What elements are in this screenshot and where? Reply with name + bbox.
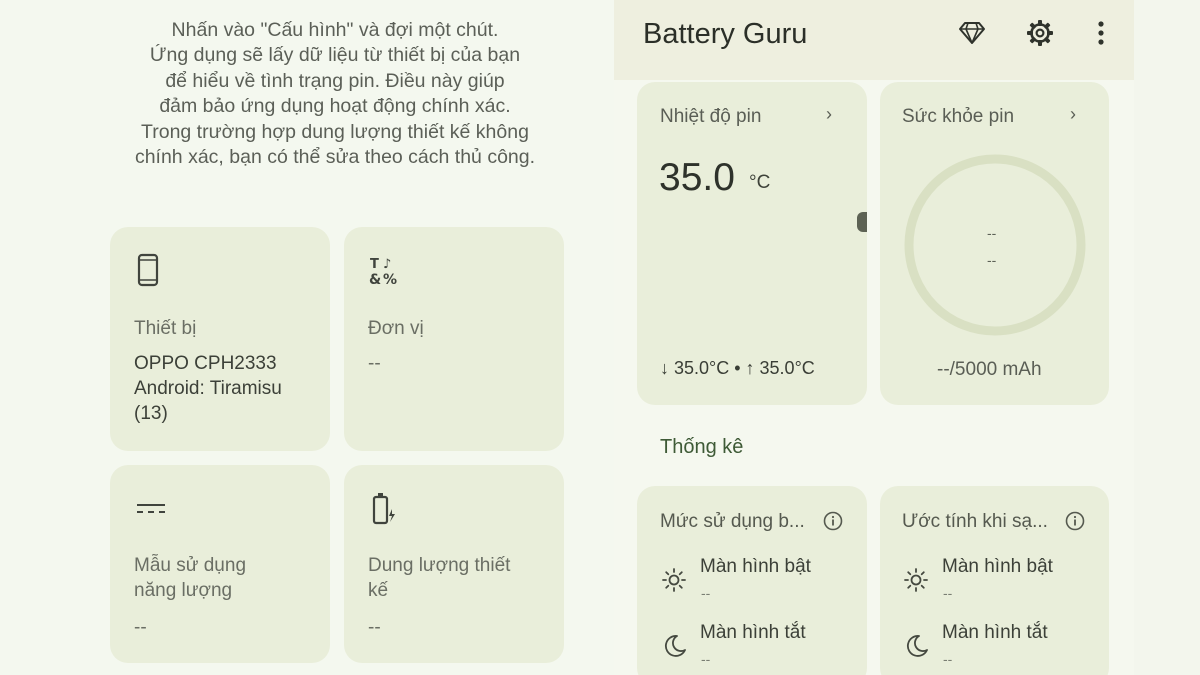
units-value: -- (368, 353, 381, 374)
design-capacity-value: -- (368, 617, 381, 638)
charge-screen-off-value: -- (943, 651, 953, 667)
info-icon[interactable] (1065, 511, 1085, 531)
moon-icon (904, 633, 930, 659)
units-label: Đơn vị (368, 318, 424, 339)
svg-text:T: T (370, 257, 379, 272)
design-capacity-label: Dung lượng thiết kế (368, 555, 511, 601)
units-icon: T ♪ & % (368, 253, 397, 288)
scroll-handle[interactable] (857, 212, 867, 232)
statistics-header: Thống kê (660, 436, 744, 458)
setup-panel: Nhấn vào "Cấu hình" và đợi một chút. Ứng… (0, 0, 614, 675)
instruction-line: Trong trường hợp dung lượng thiết kế khô… (141, 120, 529, 143)
health-status: -- (987, 252, 997, 268)
charge-card-title: Ước tính khi sạ... (902, 511, 1048, 532)
health-percent: -- (987, 225, 997, 241)
instruction-line: Nhấn vào "Cấu hình" và đợi một chút. (171, 19, 499, 41)
charge-screen-on-value: -- (943, 585, 953, 601)
sun-icon (661, 567, 687, 593)
battery-charging-icon (368, 491, 396, 525)
more-vert-icon[interactable] (1086, 18, 1116, 48)
sun-icon (903, 567, 929, 593)
moon-icon (662, 633, 688, 659)
chevron-right-icon: › (826, 104, 832, 124)
power-profile-value: -- (134, 617, 147, 638)
temperature-min-max: ↓ 35.0°C • ↑ 35.0°C (660, 358, 815, 378)
battery-temperature-card[interactable] (637, 82, 867, 405)
usage-card-title: Mức sử dụng b... (660, 511, 805, 532)
instruction-line: đảm bảo ứng dụng hoạt động chính xác. (159, 95, 511, 118)
temperature-unit: °C (749, 172, 771, 193)
usage-screen-off-value: -- (701, 651, 711, 667)
device-value: OPPO CPH2333 Android: Tiramisu (13) (134, 353, 282, 424)
temperature-card-title: Nhiệt độ pin (660, 106, 762, 127)
svg-text:%: % (383, 272, 397, 287)
app-bar: Battery Guru (614, 0, 1134, 80)
instruction-line: chính xác, bạn có thể sửa theo cách thủ … (134, 146, 536, 169)
instruction-line: để hiểu về tình trạng pin. Điều này giúp (165, 69, 505, 92)
device-label: Thiết bị (134, 318, 197, 339)
health-ring (904, 154, 1086, 336)
usage-screen-on-label: Màn hình bật (700, 556, 811, 577)
power-profile-card[interactable]: Mẫu sử dụng năng lượng -- (110, 465, 330, 663)
charge-screen-on-label: Màn hình bật (942, 556, 1053, 577)
info-icon[interactable] (823, 511, 843, 531)
usage-screen-on-value: -- (701, 585, 711, 601)
charge-screen-off-label: Màn hình tắt (942, 622, 1048, 643)
instruction-line: Ứng dụng sẽ lấy dữ liệu từ thiết bị của … (149, 44, 521, 67)
temperature-value: 35.0 (659, 156, 735, 199)
gear-icon[interactable] (1025, 18, 1055, 48)
phone-icon (134, 253, 162, 287)
units-card[interactable]: T ♪ & % Đơn vị -- (344, 227, 564, 451)
health-capacity: --/5000 mAh (937, 359, 1042, 380)
device-card[interactable]: Thiết bị OPPO CPH2333 Android: Tiramisu … (110, 227, 330, 451)
power-profile-label: Mẫu sử dụng năng lượng (134, 555, 247, 601)
svg-text:&: & (369, 272, 381, 287)
usage-screen-off-label: Màn hình tắt (700, 622, 806, 643)
app-title: Battery Guru (643, 18, 808, 50)
power-profile-icon (134, 491, 165, 525)
health-card-title: Sức khỏe pin (902, 106, 1015, 127)
svg-text:♪: ♪ (383, 257, 391, 272)
diamond-icon[interactable] (957, 18, 987, 48)
setup-instructions: Nhấn vào "Cấu hình" và đợi một chút. Ứng… (100, 18, 570, 170)
design-capacity-card[interactable]: Dung lượng thiết kế -- (344, 465, 564, 663)
chevron-right-icon: › (1070, 104, 1076, 124)
